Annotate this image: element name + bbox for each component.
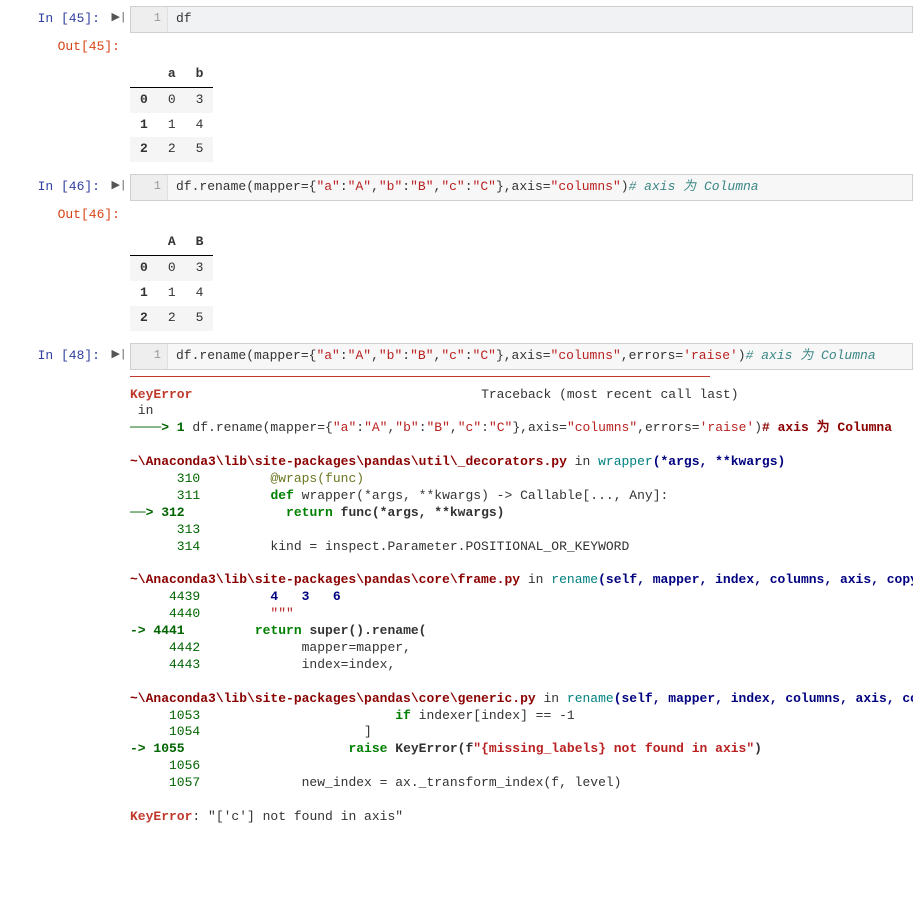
out-prompt: Out[46]: — [0, 203, 128, 224]
func-name: rename — [567, 691, 614, 706]
df-cell: 5 — [186, 137, 214, 162]
output-content: AB003114225 — [0, 224, 913, 337]
df-cell: 2 — [158, 137, 186, 162]
df-header: b — [186, 62, 214, 87]
df-index: 1 — [130, 281, 158, 306]
code-text[interactable]: df.rename(mapper={"a":"A","b":"B","c":"C… — [168, 344, 884, 369]
error-message: : "['c'] not found in axis" — [192, 809, 403, 824]
in-prompt: In [46]: — [0, 174, 108, 196]
df-cell: 0 — [158, 256, 186, 281]
df-cell: 5 — [186, 306, 214, 331]
run-cell-icon[interactable]: ▶| — [108, 174, 130, 193]
out-prompt: Out[45]: — [0, 35, 128, 56]
code-text[interactable]: df.rename(mapper={"a":"A","b":"B","c":"C… — [168, 175, 767, 200]
df-index: 2 — [130, 137, 158, 162]
output-row: Out[46]: — [0, 203, 913, 224]
line-number: 1 — [131, 7, 168, 32]
df-cell: 2 — [158, 306, 186, 331]
file-path: ~\Anaconda3\lib\site-packages\pandas\cor… — [130, 572, 520, 587]
df-header — [130, 230, 158, 255]
output-content: ab003114225 — [0, 56, 913, 169]
file-path: ~\Anaconda3\lib\site-packages\pandas\cor… — [130, 691, 536, 706]
df-header: B — [186, 230, 214, 255]
code-cell: In [46]:▶|1df.rename(mapper={"a":"A","b"… — [0, 174, 913, 201]
df-cell: 3 — [186, 256, 214, 281]
code-text[interactable]: df — [168, 7, 200, 32]
tb-code: df.rename(mapper={"a":"A","b":"B","c":"C… — [185, 420, 892, 435]
output-row: Out[45]: — [0, 35, 913, 56]
error-name: KeyError — [130, 809, 192, 824]
in-prompt: In [48]: — [0, 343, 108, 365]
df-cell: 3 — [186, 87, 214, 112]
func-name: rename — [551, 572, 598, 587]
arrow-icon: ──> 312 — [130, 505, 192, 520]
code-cell: In [45]:▶|1df — [0, 6, 913, 33]
in-prompt: In [45]: — [0, 6, 108, 28]
run-cell-icon[interactable]: ▶| — [108, 343, 130, 362]
df-index: 1 — [130, 113, 158, 138]
code-cell: In [48]:▶|1df.rename(mapper={"a":"A","b"… — [0, 343, 913, 370]
run-cell-icon[interactable]: ▶| — [108, 6, 130, 25]
df-cell: 1 — [158, 113, 186, 138]
error-name: KeyError — [130, 387, 192, 402]
arrow-icon: ────> 1 — [130, 420, 185, 435]
df-index: 2 — [130, 306, 158, 331]
df-cell: 4 — [186, 113, 214, 138]
df-header — [130, 62, 158, 87]
traceback-text: Traceback (most recent call last) — [192, 387, 738, 402]
dataframe-output: AB003114225 — [130, 230, 213, 331]
df-index: 0 — [130, 87, 158, 112]
func-name: wrapper — [598, 454, 653, 469]
df-cell: 0 — [158, 87, 186, 112]
code-input-area[interactable]: 1df.rename(mapper={"a":"A","b":"B","c":"… — [130, 343, 913, 370]
dataframe-output: ab003114225 — [130, 62, 213, 163]
df-cell: 1 — [158, 281, 186, 306]
traceback: KeyError Traceback (most recent call las… — [0, 379, 913, 834]
line-number: 1 — [131, 344, 168, 369]
df-index: 0 — [130, 256, 158, 281]
df-cell: 4 — [186, 281, 214, 306]
line-number: 1 — [131, 175, 168, 200]
code-input-area[interactable]: 1df — [130, 6, 913, 33]
file-path: ~\Anaconda3\lib\site-packages\pandas\uti… — [130, 454, 567, 469]
arrow-icon: -> 1055 — [130, 741, 192, 756]
arrow-icon: -> 4441 — [130, 623, 192, 638]
traceback-divider — [130, 376, 710, 377]
code-input-area[interactable]: 1df.rename(mapper={"a":"A","b":"B","c":"… — [130, 174, 913, 201]
df-header: a — [158, 62, 186, 87]
df-header: A — [158, 230, 186, 255]
